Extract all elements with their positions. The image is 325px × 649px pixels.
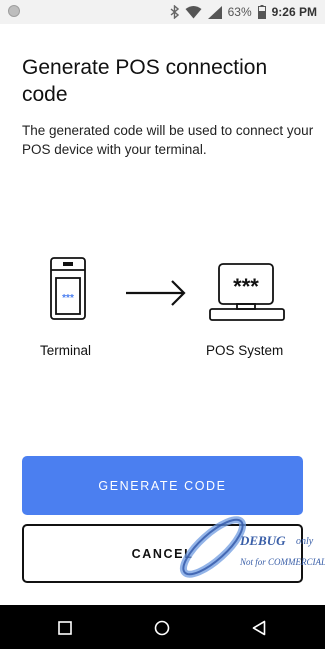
terminal-device-icon: *** [50,257,86,320]
signal-icon [207,5,222,19]
notification-dot-icon [8,5,20,17]
recent-apps-icon[interactable] [54,617,76,639]
clock-time: 9:26 [271,5,296,19]
status-icons: 63% 9:26 PM [170,3,317,21]
pos-screen-code: *** [233,274,259,299]
home-icon[interactable] [151,617,173,639]
wifi-icon [185,5,202,19]
battery-percentage: 63% [227,5,252,19]
cancel-button[interactable]: CANCEL [22,524,303,583]
pos-system-label: POS System [206,343,284,358]
page-description: The generated code will be used to conne… [22,123,314,157]
terminal-screen-code: *** [62,293,74,304]
terminal-label: Terminal [40,343,92,358]
page-title: Generate POS connection code [22,56,268,106]
arrow-right-icon [126,280,186,306]
bluetooth-icon [170,5,179,19]
status-bar: 63% 9:26 PM [0,0,325,24]
battery-icon [257,5,266,19]
generate-code-button[interactable]: GENERATE CODE [22,456,303,515]
connection-illustration: *** *** [50,257,285,321]
clock-ampm: PM [299,5,317,19]
navigation-bar [0,605,325,649]
clock: 9:26 PM [272,5,317,19]
pos-system-icon: *** [209,263,285,321]
back-icon[interactable] [248,617,270,639]
